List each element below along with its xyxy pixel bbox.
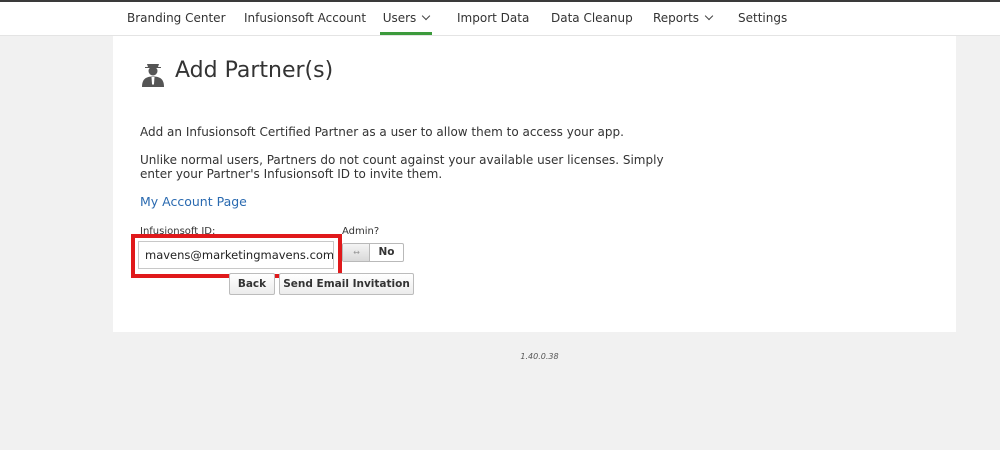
nav-item-label: Branding Center <box>127 11 226 25</box>
back-button[interactable]: Back <box>229 273 275 295</box>
nav-item-settings[interactable]: Settings <box>738 2 787 35</box>
nav-item-users[interactable]: Users <box>380 2 432 35</box>
toggle-arrows-icon: ↔ <box>343 244 370 261</box>
nav-item-label: Settings <box>738 11 788 25</box>
admin-label: Admin? <box>342 226 380 237</box>
chevron-down-icon <box>422 11 431 21</box>
nav-item-label: Data Cleanup <box>551 11 633 25</box>
version-text: 1.40.0.38 <box>520 352 559 361</box>
highlight-box <box>131 234 342 278</box>
nav-item-data-cleanup[interactable]: Data Cleanup <box>551 2 633 35</box>
intro-text: Add an Infusionsoft Certified Partner as… <box>140 125 624 139</box>
partner-user-icon <box>142 64 164 87</box>
nav-item-label: Infusionsoft Account <box>244 11 367 25</box>
nav-item-label: Import Data <box>457 11 530 25</box>
chevron-down-icon <box>704 11 714 21</box>
admin-toggle-value: No <box>378 246 395 258</box>
main-nav: Branding Center Infusionsoft Account Use… <box>0 2 1000 36</box>
admin-toggle[interactable]: ↔ No <box>342 243 404 262</box>
page-title: Add Partner(s) <box>175 58 334 83</box>
my-account-link[interactable]: My Account Page <box>140 194 247 209</box>
nav-item-label: Users <box>382 11 417 25</box>
note-text-line-1: Unlike normal users, Partners do not cou… <box>140 153 664 167</box>
nav-item-label: Reports <box>653 11 700 25</box>
note-text-line-2: enter your Partner's Infusionsoft ID to … <box>140 167 443 181</box>
send-email-invitation-button[interactable]: Send Email Invitation <box>279 273 414 295</box>
nav-item-branding-center[interactable]: Branding Center <box>127 2 226 35</box>
nav-item-import-data[interactable]: Import Data <box>457 2 529 35</box>
nav-item-reports[interactable]: Reports <box>653 2 714 35</box>
nav-item-infusionsoft-account[interactable]: Infusionsoft Account <box>244 2 366 35</box>
